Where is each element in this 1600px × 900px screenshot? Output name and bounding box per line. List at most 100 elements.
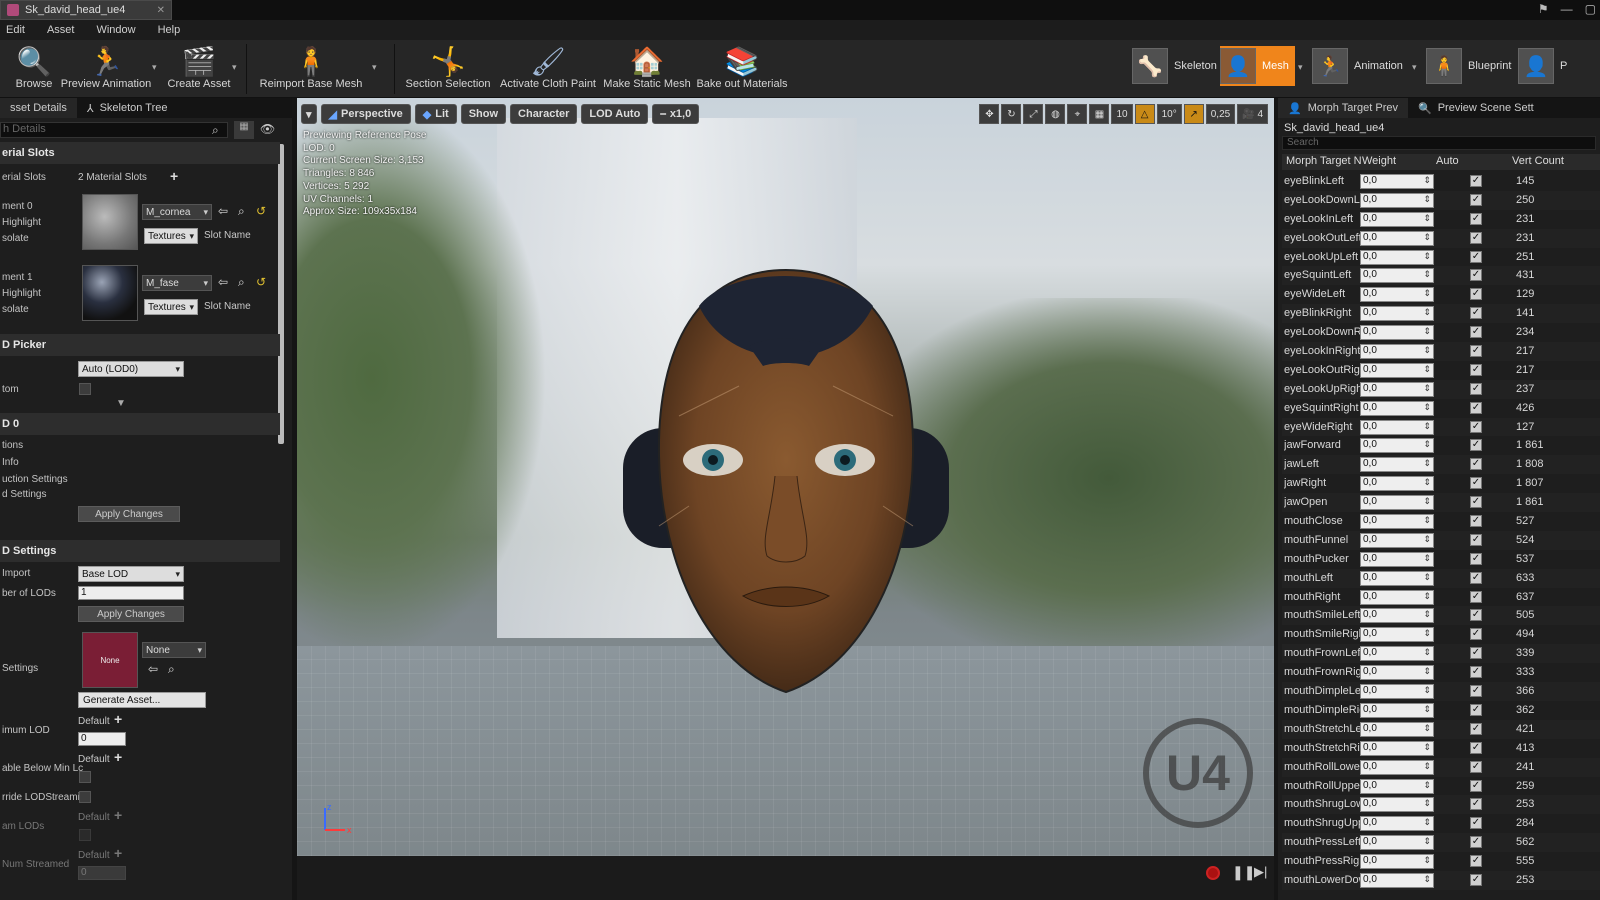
playback-speed-button[interactable]: ⎯ x1,0 bbox=[652, 104, 700, 124]
activate-cloth-paint-button[interactable]: 🖌 Activate Cloth Paint bbox=[500, 42, 596, 96]
column-vert-count[interactable]: Vert Count bbox=[1512, 155, 1564, 167]
show-button[interactable]: Show bbox=[460, 104, 507, 124]
morph-weight-input[interactable]: 0,0 bbox=[1360, 438, 1434, 454]
table-row[interactable]: mouthSmileLeft0,0 ✓ 505 bbox=[1282, 606, 1600, 626]
table-row[interactable]: eyeLookInLeft 0,0 ✓ 231 bbox=[1282, 210, 1600, 229]
auto-checkbox[interactable]: ✓ bbox=[1470, 401, 1482, 414]
lod0-header[interactable]: D 0 bbox=[0, 413, 280, 435]
left-scrollbar[interactable] bbox=[278, 144, 284, 444]
table-row[interactable]: mouthDimpleLeft0,0 ✓ 366 bbox=[1282, 682, 1600, 701]
table-row[interactable]: mouthStretchLeft0,0 ✓ 421 bbox=[1282, 719, 1600, 739]
morph-weight-input[interactable]: 0,0 bbox=[1360, 835, 1434, 851]
morph-weight-input[interactable]: 0,0 bbox=[1360, 344, 1434, 360]
use-selected-arrow-icon[interactable]: ⇦ bbox=[218, 204, 228, 218]
auto-checkbox[interactable]: ✓ bbox=[1470, 855, 1482, 868]
auto-checkbox[interactable]: ✓ bbox=[1470, 741, 1482, 754]
auto-checkbox[interactable]: ✓ bbox=[1470, 647, 1482, 660]
add-material-slot-icon[interactable]: + bbox=[170, 168, 178, 184]
auto-checkbox[interactable]: ✓ bbox=[1470, 382, 1482, 395]
morph-weight-input[interactable]: 0,0 bbox=[1360, 854, 1434, 870]
auto-checkbox[interactable]: ✓ bbox=[1470, 628, 1482, 641]
morph-weight-input[interactable]: 0,0 bbox=[1360, 495, 1434, 511]
grid-snap-icon[interactable]: ▦ bbox=[1089, 104, 1110, 124]
close-tab-icon[interactable]: ✕ bbox=[157, 5, 165, 16]
table-row[interactable]: eyeLookUpLeft0,0 ✓ 251 bbox=[1282, 248, 1600, 267]
mode-blueprint[interactable]: 🧍 Blueprint bbox=[1426, 46, 1517, 86]
morph-weight-input[interactable]: 0,0 bbox=[1360, 306, 1434, 322]
perspective-button[interactable]: ◢ Perspective bbox=[320, 104, 411, 124]
document-tab[interactable]: Sk_david_head_ue4 ✕ bbox=[0, 0, 172, 20]
table-row[interactable]: mouthClose 0,0 ✓ 527 bbox=[1282, 512, 1600, 531]
column-auto[interactable]: Auto bbox=[1436, 155, 1459, 167]
morph-weight-input[interactable]: 0,0 bbox=[1360, 665, 1434, 681]
morph-weight-input[interactable]: 0,0 bbox=[1360, 211, 1434, 227]
table-row[interactable]: mouthRight 0,0 ✓ 637 bbox=[1282, 588, 1600, 607]
morph-weight-input[interactable]: 0,0 bbox=[1360, 174, 1434, 189]
table-row[interactable]: eyeBlinkRight 0,0 ✓ 141 bbox=[1282, 304, 1600, 324]
head-mesh-preview[interactable] bbox=[639, 266, 933, 696]
lod0-apply-changes-button[interactable]: Apply Changes bbox=[78, 506, 180, 522]
tab-asset-details[interactable]: sset Details bbox=[0, 98, 77, 118]
feedback-icon[interactable]: ⚑ bbox=[1538, 2, 1549, 16]
auto-checkbox[interactable]: ✓ bbox=[1470, 515, 1482, 528]
textures-dropdown[interactable]: Textures bbox=[144, 228, 198, 244]
mode-animation[interactable]: 🏃 Animation bbox=[1312, 46, 1409, 86]
surface-snap-icon[interactable]: ⌖ bbox=[1067, 104, 1088, 124]
morph-search-input[interactable]: Search bbox=[1282, 136, 1596, 150]
table-row[interactable]: mouthPucker 0,0 ✓ 537 bbox=[1282, 550, 1600, 569]
table-row[interactable]: eyeWideRight 0,0 ✓ 127 bbox=[1282, 417, 1600, 437]
material-select-fase[interactable]: M_fase bbox=[142, 275, 212, 291]
auto-checkbox[interactable]: ✓ bbox=[1470, 193, 1482, 206]
auto-checkbox[interactable]: ✓ bbox=[1470, 703, 1482, 716]
maximize-icon[interactable]: ▢ bbox=[1585, 2, 1596, 16]
morph-weight-input[interactable]: 0,0 bbox=[1360, 702, 1434, 718]
morph-weight-input[interactable]: 0,0 bbox=[1360, 532, 1434, 548]
morph-weight-input[interactable]: 0,0 bbox=[1360, 684, 1434, 700]
morph-weight-input[interactable]: 0,0 bbox=[1360, 570, 1434, 586]
lod-settings-asset-select[interactable]: None bbox=[142, 642, 206, 658]
auto-checkbox[interactable]: ✓ bbox=[1470, 666, 1482, 679]
table-row[interactable]: mouthSmileRight0,0 ✓ 494 bbox=[1282, 625, 1600, 644]
table-row[interactable]: mouthRollUpper0,0 ✓ 259 bbox=[1282, 777, 1600, 796]
auto-checkbox[interactable]: ✓ bbox=[1470, 779, 1482, 792]
textures-dropdown[interactable]: Textures bbox=[144, 299, 198, 315]
table-row[interactable]: mouthPressRight0,0 ✓ 555 bbox=[1282, 852, 1600, 871]
rotation-snap-icon[interactable]: △ bbox=[1134, 104, 1155, 124]
lod-auto-button[interactable]: LOD Auto bbox=[581, 104, 649, 124]
preview-animation-button[interactable]: 🏃 Preview Animation bbox=[61, 42, 152, 96]
table-row[interactable]: eyeLookOutRight0,0 ✓ 217 bbox=[1282, 361, 1600, 380]
mode-physics[interactable]: 👤 P bbox=[1518, 46, 1573, 86]
morph-weight-input[interactable]: 0,0 bbox=[1360, 740, 1434, 756]
auto-checkbox[interactable]: ✓ bbox=[1470, 175, 1482, 187]
auto-checkbox[interactable]: ✓ bbox=[1470, 836, 1482, 849]
table-row[interactable]: eyeSquintLeft 0,0 ✓ 431 bbox=[1282, 266, 1600, 286]
rotation-snap-value[interactable]: 10° bbox=[1156, 104, 1182, 124]
morph-weight-input[interactable]: 0,0 bbox=[1360, 816, 1434, 832]
table-row[interactable]: eyeLookDownRight0,0 ✓ 234 bbox=[1282, 323, 1600, 342]
section-selection-button[interactable]: 🤸 Section Selection bbox=[406, 42, 491, 96]
lod0-reduction-settings-label[interactable]: uction Settings bbox=[2, 474, 68, 485]
search-icon[interactable]: ⌕ bbox=[212, 123, 219, 138]
pause-icon[interactable]: ❚❚ bbox=[1232, 864, 1255, 881]
morph-weight-input[interactable]: 0,0 bbox=[1360, 476, 1434, 492]
lod0-info-label[interactable]: Info bbox=[2, 457, 19, 468]
morph-weight-input[interactable]: 0,0 bbox=[1360, 457, 1434, 473]
morph-weight-input[interactable]: 0,0 bbox=[1360, 551, 1434, 567]
world-local-icon[interactable]: ◍ bbox=[1045, 104, 1066, 124]
table-row[interactable]: jawOpen 0,0 ✓ 1 861 bbox=[1282, 493, 1600, 513]
browse-magnifier-icon[interactable]: ⌕ bbox=[238, 204, 245, 219]
scale-snap-icon[interactable]: ↗ bbox=[1183, 104, 1204, 124]
table-row[interactable]: mouthFunnel 0,0 ✓ 524 bbox=[1282, 530, 1600, 550]
morph-weight-input[interactable]: 0,0 bbox=[1360, 192, 1434, 208]
camera-speed-button[interactable]: 🎥 4 bbox=[1237, 104, 1268, 124]
menu-window[interactable]: Window bbox=[96, 24, 135, 36]
column-weight[interactable]: Weight bbox=[1362, 155, 1396, 167]
morph-weight-input[interactable]: 0,0 bbox=[1360, 778, 1434, 794]
disable-below-min-lod-checkbox[interactable] bbox=[79, 771, 91, 783]
material-slots-header[interactable]: erial Slots bbox=[0, 142, 280, 164]
character-button[interactable]: Character bbox=[510, 104, 578, 124]
morph-weight-input[interactable]: 0,0 bbox=[1360, 230, 1434, 246]
translate-icon[interactable]: ✥ bbox=[979, 104, 1000, 124]
auto-checkbox[interactable]: ✓ bbox=[1470, 458, 1482, 471]
lod-import-select[interactable]: Base LOD bbox=[78, 566, 184, 582]
